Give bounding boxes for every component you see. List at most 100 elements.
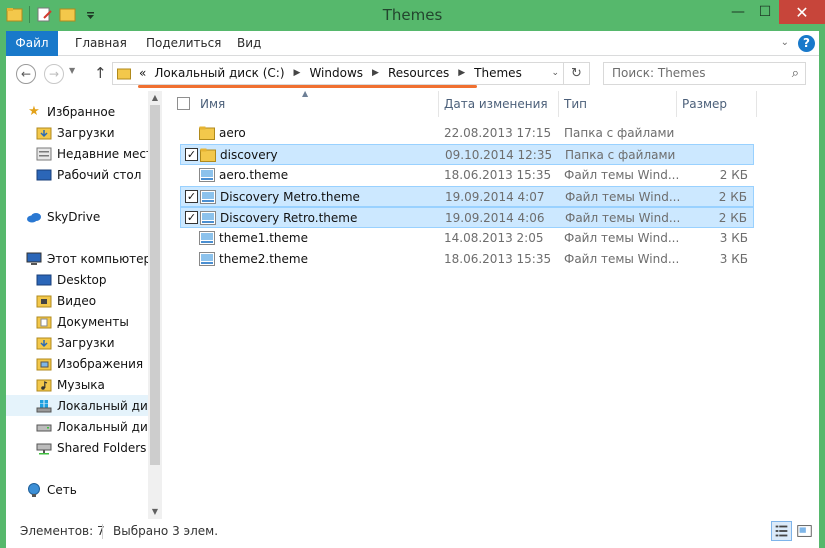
file-date: 18.06.2013 15:35 [444,252,552,266]
nav-item-network[interactable]: Сеть [26,479,77,500]
breadcrumb-separator-icon[interactable]: ▶ [458,68,465,78]
scroll-down-arrow-icon[interactable]: ▼ [148,507,162,516]
folder-icon [199,126,215,140]
breadcrumb: « Локальный диск (C:) ▶ Windows ▶ Resour… [139,66,522,80]
nav-item-desktop[interactable]: Рабочий стол [36,164,141,185]
nav-item-this-pc[interactable]: Этот компьютер [26,248,151,269]
nav-item-downloads-pc[interactable]: Загрузки [36,332,115,353]
recent-locations-chevron-icon[interactable]: ▼ [69,66,75,75]
nav-item-label: Shared Folders (\ [57,440,159,455]
folder-icon [117,68,131,80]
file-size: 2 КБ [718,190,747,204]
column-divider[interactable] [438,91,439,117]
music-folder-icon [36,379,52,391]
column-header-type[interactable]: Тип [564,97,587,111]
file-row[interactable]: aero 22.08.2013 17:15 Папка с файлами [180,123,754,144]
breadcrumb-local-disk[interactable]: Локальный диск (C:) [154,66,284,80]
refresh-icon[interactable]: ↻ [564,62,590,85]
column-header-size[interactable]: Размер [682,97,727,111]
column-divider[interactable] [676,91,677,117]
nav-item-local-disk-c[interactable]: Локальный диск [6,395,148,416]
expand-ribbon-chevron-icon[interactable]: ⌄ [781,37,789,48]
nav-item-documents[interactable]: Документы [36,311,129,332]
breadcrumb-separator-icon[interactable]: ▶ [294,68,301,78]
item-count: Элементов: 7 [20,524,105,538]
tab-home[interactable]: Главная [75,31,127,56]
file-row-selected[interactable]: ✓ Discovery Retro.theme 19.09.2014 4:06 … [180,207,754,228]
file-type: Файл темы Wind... [564,231,680,245]
tab-view[interactable]: Вид [237,31,261,56]
forward-arrow-icon[interactable]: → [44,64,64,84]
breadcrumb-separator-icon[interactable]: ▶ [372,68,379,78]
desktop-folder-icon [36,274,52,285]
ribbon-tab-bar: Файл Главная Поделиться Вид ⌄ ? [6,31,819,56]
nav-item-downloads[interactable]: Загрузки [36,122,115,143]
nav-item-music[interactable]: Музыка [36,374,105,395]
file-row-selected[interactable]: ✓ discovery 09.10.2014 12:35 Папка с фай… [180,144,754,165]
large-icons-view-icon[interactable] [794,521,815,541]
row-checkbox-checked[interactable]: ✓ [185,211,198,224]
file-row[interactable]: aero.theme 18.06.2013 15:35 Файл темы Wi… [180,165,754,186]
file-type: Файл темы Wind... [565,211,681,225]
minimize-button[interactable]: — [725,0,751,24]
column-header-date[interactable]: Дата изменения [444,97,548,111]
file-row-selected[interactable]: ✓ Discovery Metro.theme 19.09.2014 4:07 … [180,186,754,207]
address-bar[interactable]: « Локальный диск (C:) ▶ Windows ▶ Resour… [112,62,564,85]
theme-file-icon [199,168,215,182]
file-name: theme2.theme [219,252,308,266]
file-row[interactable]: theme1.theme 14.08.2013 2:05 Файл темы W… [180,228,754,249]
downloads-folder-icon [36,337,52,349]
details-view-icon[interactable] [771,521,792,541]
nav-item-label: SkyDrive [47,209,101,224]
selected-count: Выбрано 3 элем. [113,524,219,538]
theme-file-icon [200,211,216,225]
scroll-up-arrow-icon[interactable]: ▲ [148,93,162,102]
nav-item-pictures[interactable]: Изображения [36,353,143,374]
status-bar: Элементов: 7 Выбрано 3 элем. [6,519,819,548]
search-box[interactable]: ⌕ [603,62,806,85]
column-header-row: ▲ Имя Дата изменения Тип Размер [162,89,819,117]
nav-pane-scrollbar[interactable]: ▲ ▼ [148,91,162,519]
back-arrow-icon[interactable]: ← [16,64,36,84]
file-type: Файл темы Wind... [565,190,681,204]
search-input[interactable] [612,66,782,80]
file-size: 3 КБ [719,231,748,245]
breadcrumb-resources[interactable]: Resources [388,66,449,80]
nav-item-shared-folders[interactable]: Shared Folders (\ [36,437,159,458]
nav-item-skydrive[interactable]: SkyDrive [26,206,100,227]
file-date: 14.08.2013 2:05 [444,231,544,245]
file-name: Discovery Retro.theme [220,211,358,225]
file-row[interactable]: theme2.theme 18.06.2013 15:35 Файл темы … [180,249,754,270]
address-history-chevron-icon[interactable]: ⌄ [551,68,559,78]
maximize-button[interactable]: ☐ [752,0,778,24]
breadcrumb-themes[interactable]: Themes [474,66,522,80]
file-size: 3 КБ [719,252,748,266]
tab-share[interactable]: Поделиться [146,31,221,56]
breadcrumb-overflow[interactable]: « [139,66,146,80]
select-all-checkbox[interactable] [177,97,190,110]
nav-item-label: Изображения [57,356,144,371]
file-date: 22.08.2013 17:15 [444,126,552,140]
nav-item-recent-places[interactable]: Недавние места [36,143,160,164]
row-checkbox-checked[interactable]: ✓ [185,148,198,161]
search-icon[interactable]: ⌕ [792,66,799,81]
column-divider[interactable] [558,91,559,117]
nav-item-local-disk-2[interactable]: Локальный диск [36,416,162,437]
tab-file[interactable]: Файл [6,31,58,56]
theme-file-icon [199,231,215,245]
sort-ascending-icon: ▲ [302,89,309,98]
theme-file-icon [200,190,216,204]
nav-item-desktop-folder[interactable]: Desktop [36,269,107,290]
row-checkbox-checked[interactable]: ✓ [185,190,198,203]
close-button[interactable]: ✕ [779,0,825,24]
nav-item-videos[interactable]: Видео [36,290,96,311]
column-divider[interactable] [756,91,757,117]
help-icon[interactable]: ? [798,35,815,52]
column-header-name[interactable]: Имя [200,97,225,111]
scroll-thumb[interactable] [150,105,160,465]
up-arrow-icon[interactable]: ↑ [94,64,107,82]
breadcrumb-windows[interactable]: Windows [309,66,363,80]
nav-item-favorites[interactable]: ★ Избранное [26,101,115,122]
file-type: Файл темы Wind... [564,168,680,182]
navigation-pane: ★ Избранное Загрузки Недавние места Рабо… [6,91,162,519]
